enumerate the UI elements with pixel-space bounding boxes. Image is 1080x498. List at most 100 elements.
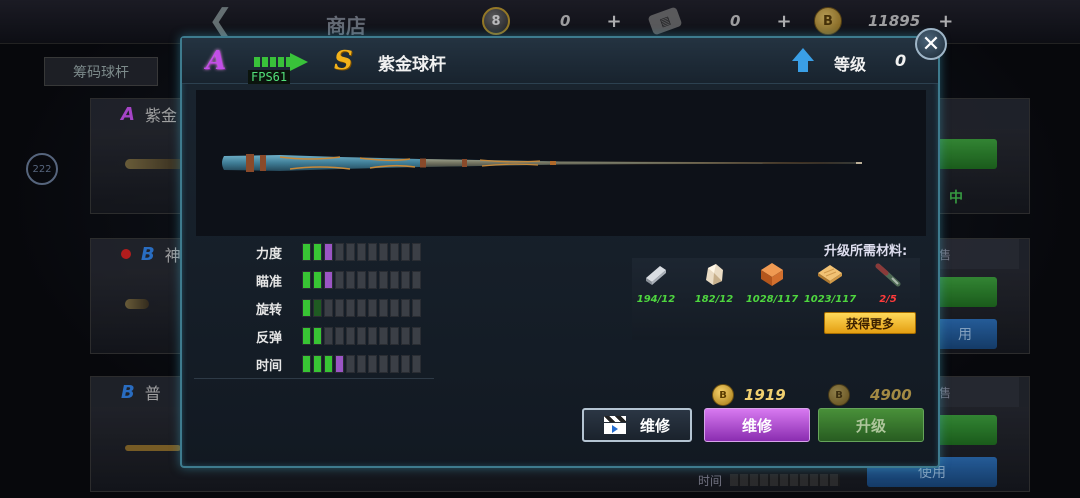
back-arrow-icon[interactable]: ❮	[208, 6, 238, 36]
stat-bar	[302, 355, 421, 373]
coin-icon: B	[712, 384, 734, 406]
upgrade-price: B 4900	[828, 384, 912, 406]
bg-time-label: 时间	[698, 474, 723, 488]
stat-segment	[401, 271, 410, 289]
stat-segment	[302, 299, 311, 317]
stat-segment	[313, 355, 322, 373]
material-item[interactable]: 182/12	[686, 260, 742, 305]
stat-segment	[368, 271, 377, 289]
silver-bar-icon	[646, 266, 666, 285]
stat-row: 反弹	[256, 326, 421, 346]
level-label: 等级	[834, 55, 867, 74]
game-screen: ❮ 商店 8 0 + ▤ 0 + B 11895 + 筹码球杆 222 A 紫金…	[0, 0, 1080, 498]
stat-segment	[346, 243, 355, 261]
material-count: 194/12	[636, 294, 676, 305]
stat-row: 旋转	[256, 298, 421, 318]
stat-segment	[357, 327, 366, 345]
stat-segment	[335, 271, 344, 289]
stat-segment	[313, 327, 322, 345]
stat-segment	[390, 243, 399, 261]
stat-segment	[412, 327, 421, 345]
grade-upgrade-arrow-icon	[254, 53, 310, 71]
bg-card-name: 普	[144, 384, 161, 403]
cue-thumbnail	[125, 445, 181, 451]
stat-segment	[368, 355, 377, 373]
stat-label: 反弹	[256, 330, 283, 346]
stat-segment	[324, 355, 333, 373]
grade-from-badge: A	[206, 46, 227, 76]
stat-segment	[302, 355, 311, 373]
stat-segment	[412, 271, 421, 289]
video-clapper-icon	[603, 416, 626, 434]
add-coins-icon[interactable]: +	[938, 11, 953, 32]
stat-row: 力度	[256, 242, 421, 262]
stat-segment	[390, 327, 399, 345]
currency-balls: 8 0 +	[482, 7, 622, 35]
stat-segment	[346, 327, 355, 345]
video-repair-label: 维修	[639, 416, 670, 435]
stat-segment	[302, 243, 311, 261]
stat-segment	[335, 243, 344, 261]
stat-segment	[379, 299, 388, 317]
close-icon[interactable]: ✕	[915, 28, 947, 60]
stat-row: 时间	[256, 354, 421, 374]
material-item[interactable]: 2/5	[860, 260, 916, 305]
bg-card-grade: B	[121, 381, 135, 403]
stat-segment	[346, 355, 355, 373]
stat-segment	[401, 243, 410, 261]
card-icon: ▤	[647, 6, 683, 36]
stat-segment	[324, 327, 333, 345]
stat-segment	[313, 271, 322, 289]
cards-value: 0	[730, 12, 741, 30]
add-cards-icon[interactable]: +	[776, 11, 791, 32]
bg-green-button[interactable]	[933, 139, 997, 169]
stat-segment	[379, 271, 388, 289]
repair-price: B 1919	[712, 384, 786, 406]
repair-price-value: 1919	[744, 386, 786, 404]
stat-segment	[335, 299, 344, 317]
upgrade-button[interactable]: 升级	[818, 408, 924, 442]
bg-green-button[interactable]	[933, 277, 997, 307]
ore-rock-icon	[706, 264, 723, 285]
get-more-button[interactable]: 获得更多	[824, 312, 916, 334]
stat-segment	[390, 355, 399, 373]
material-count: 182/12	[694, 294, 734, 305]
cue-fragment-icon	[875, 263, 901, 287]
stat-segment	[379, 243, 388, 261]
repair-button[interactable]: 维修	[704, 408, 810, 442]
stat-segment	[390, 271, 399, 289]
stat-label: 力度	[256, 246, 283, 262]
coin-icon: B	[828, 384, 850, 406]
eight-ball-icon: 8	[482, 7, 510, 35]
bg-use-button[interactable]: 用	[933, 319, 997, 349]
cue-name: 紫金球杆	[378, 55, 446, 75]
side-badge[interactable]: 222	[26, 153, 58, 185]
stat-segment	[390, 299, 399, 317]
material-item[interactable]: 194/12	[628, 260, 684, 305]
stat-segment	[324, 299, 333, 317]
material-item[interactable]: 1023/117	[802, 260, 858, 305]
stat-segment	[302, 327, 311, 345]
stat-segment	[379, 355, 388, 373]
video-repair-button[interactable]: 维修	[582, 408, 692, 442]
grade-to-badge: S	[334, 46, 353, 76]
stat-segment	[357, 271, 366, 289]
stat-segment	[357, 355, 366, 373]
stat-segment	[313, 243, 322, 261]
bg-card-grade: A	[121, 103, 135, 125]
stat-segment	[368, 243, 377, 261]
material-item[interactable]: 1028/117	[744, 260, 800, 305]
stat-bar	[302, 243, 421, 261]
dialog-header: A FPS61 S 紫金球杆 等级 0	[182, 38, 938, 84]
add-balls-icon[interactable]: +	[606, 11, 621, 32]
cue-preview	[196, 90, 926, 236]
stat-segment	[302, 271, 311, 289]
stat-segment	[313, 299, 322, 317]
stat-segment	[335, 355, 344, 373]
stat-segment	[412, 243, 421, 261]
stat-bar	[302, 271, 421, 289]
stat-segment	[357, 243, 366, 261]
bg-green-button[interactable]	[933, 415, 997, 445]
tab-chip-cues[interactable]: 筹码球杆	[44, 57, 158, 86]
stat-bar	[302, 327, 421, 345]
